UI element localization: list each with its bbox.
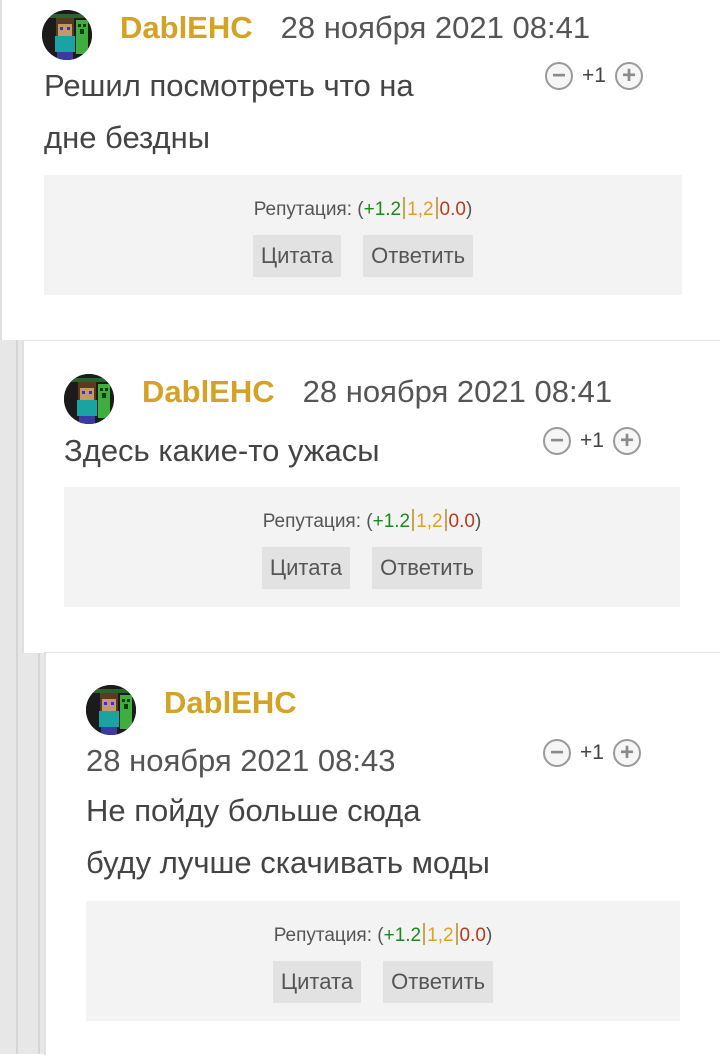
- comment-text: Решил посмотреть что на дне бездны: [44, 60, 414, 164]
- comment: DablEHC 28 ноября 2021 08:41 Здесь какие…: [22, 340, 720, 653]
- reply-button[interactable]: Ответить: [363, 235, 474, 277]
- avatar[interactable]: [64, 374, 114, 424]
- minus-circle-icon[interactable]: −: [545, 62, 573, 90]
- minus-circle-icon[interactable]: −: [543, 739, 571, 767]
- vote-controls: − +1 +: [543, 739, 641, 767]
- reputation-close: ): [485, 925, 493, 946]
- reply-button[interactable]: Ответить: [383, 961, 494, 1003]
- comment: DablEHC 28 ноября 2021 08:41 Решил посмо…: [0, 0, 720, 340]
- divider: [435, 197, 438, 219]
- avatar[interactable]: [86, 685, 136, 735]
- thread-indent-rail: [22, 652, 44, 1054]
- divider: [444, 509, 447, 531]
- thread-indent-rail: [0, 340, 22, 1054]
- plus-circle-icon[interactable]: +: [613, 739, 641, 767]
- reputation-neutral: 1,2: [407, 199, 434, 220]
- comment-header: DablEHC 28 ноября 2021 08:43: [86, 685, 606, 787]
- comment-text: Не пойду больше сюда буду лучше скачиват…: [86, 785, 490, 889]
- reputation-neutral: 1,2: [427, 925, 454, 946]
- comment-actions: Цитата Ответить: [86, 961, 680, 1003]
- reputation-negative: 0.0: [439, 199, 466, 220]
- comment-text-line: дне бездны: [44, 120, 211, 155]
- comment-text: Здесь какие-то ужасы: [64, 425, 380, 477]
- divider: [403, 197, 406, 219]
- reputation-label: Репутация:: [253, 199, 352, 220]
- comment-date: 28 ноября 2021 08:43: [86, 743, 396, 778]
- comment-footer-panel: Репутация: (+1.2 1,2 0.0) Цитата Ответить: [86, 901, 680, 1021]
- reputation: Репутация: (+1.2 1,2 0.0): [64, 509, 680, 533]
- divider: [455, 923, 458, 945]
- username[interactable]: DablEHC: [142, 374, 275, 410]
- vote-count: +1: [580, 741, 604, 764]
- reputation: Репутация: (+1.2 1,2 0.0): [44, 197, 682, 221]
- reputation: Репутация: (+1.2 1,2 0.0): [86, 923, 680, 947]
- plus-circle-icon[interactable]: +: [613, 427, 641, 455]
- reputation-positive: +1.2: [372, 511, 411, 532]
- comment-date: 28 ноября 2021 08:41: [302, 374, 613, 409]
- reputation-negative: 0.0: [448, 511, 475, 532]
- vote-controls: − +1 +: [545, 62, 643, 90]
- comment: DablEHC 28 ноября 2021 08:43 Не пойду бо…: [44, 652, 720, 1055]
- divider: [423, 923, 426, 945]
- comment-actions: Цитата Ответить: [44, 235, 682, 277]
- vote-count: +1: [582, 64, 606, 87]
- avatar[interactable]: [42, 10, 92, 60]
- comment-header: DablEHC 28 ноября 2021 08:41: [42, 10, 662, 60]
- reputation-neutral: 1,2: [416, 511, 443, 532]
- quote-button[interactable]: Цитата: [272, 961, 362, 1003]
- comment-actions: Цитата Ответить: [64, 547, 680, 589]
- plus-circle-icon[interactable]: +: [615, 62, 643, 90]
- reputation-label: Репутация:: [262, 511, 361, 532]
- vote-controls: − +1 +: [543, 427, 641, 455]
- vote-count: +1: [580, 429, 604, 452]
- comment-date: 28 ноября 2021 08:41: [280, 10, 591, 45]
- reputation-label: Репутация:: [273, 925, 372, 946]
- reputation-positive: +1.2: [363, 199, 402, 220]
- reputation-positive: +1.2: [383, 925, 422, 946]
- creeper-avatar-icon: [86, 685, 136, 735]
- username[interactable]: DablEHC: [164, 685, 297, 721]
- creeper-avatar-icon: [42, 10, 92, 60]
- comment-text-line: Решил посмотреть что на: [44, 68, 414, 103]
- quote-button[interactable]: Цитата: [261, 547, 351, 589]
- reputation-close: ): [465, 199, 473, 220]
- comment-footer-panel: Репутация: (+1.2 1,2 0.0) Цитата Ответить: [64, 487, 680, 607]
- divider: [412, 509, 415, 531]
- reputation-negative: 0.0: [459, 925, 486, 946]
- username[interactable]: DablEHC: [120, 10, 253, 46]
- reputation-close: ): [474, 511, 482, 532]
- comment-text-line: Здесь какие-то ужасы: [64, 433, 380, 468]
- comment-footer-panel: Репутация: (+1.2 1,2 0.0) Цитата Ответить: [44, 175, 682, 295]
- comment-text-line: Не пойду больше сюда: [86, 793, 421, 828]
- quote-button[interactable]: Цитата: [252, 235, 342, 277]
- creeper-avatar-icon: [64, 374, 114, 424]
- comment-text-line: буду лучше скачивать моды: [86, 845, 490, 880]
- reply-button[interactable]: Ответить: [372, 547, 483, 589]
- comment-header: DablEHC 28 ноября 2021 08:41: [64, 374, 684, 424]
- minus-circle-icon[interactable]: −: [543, 427, 571, 455]
